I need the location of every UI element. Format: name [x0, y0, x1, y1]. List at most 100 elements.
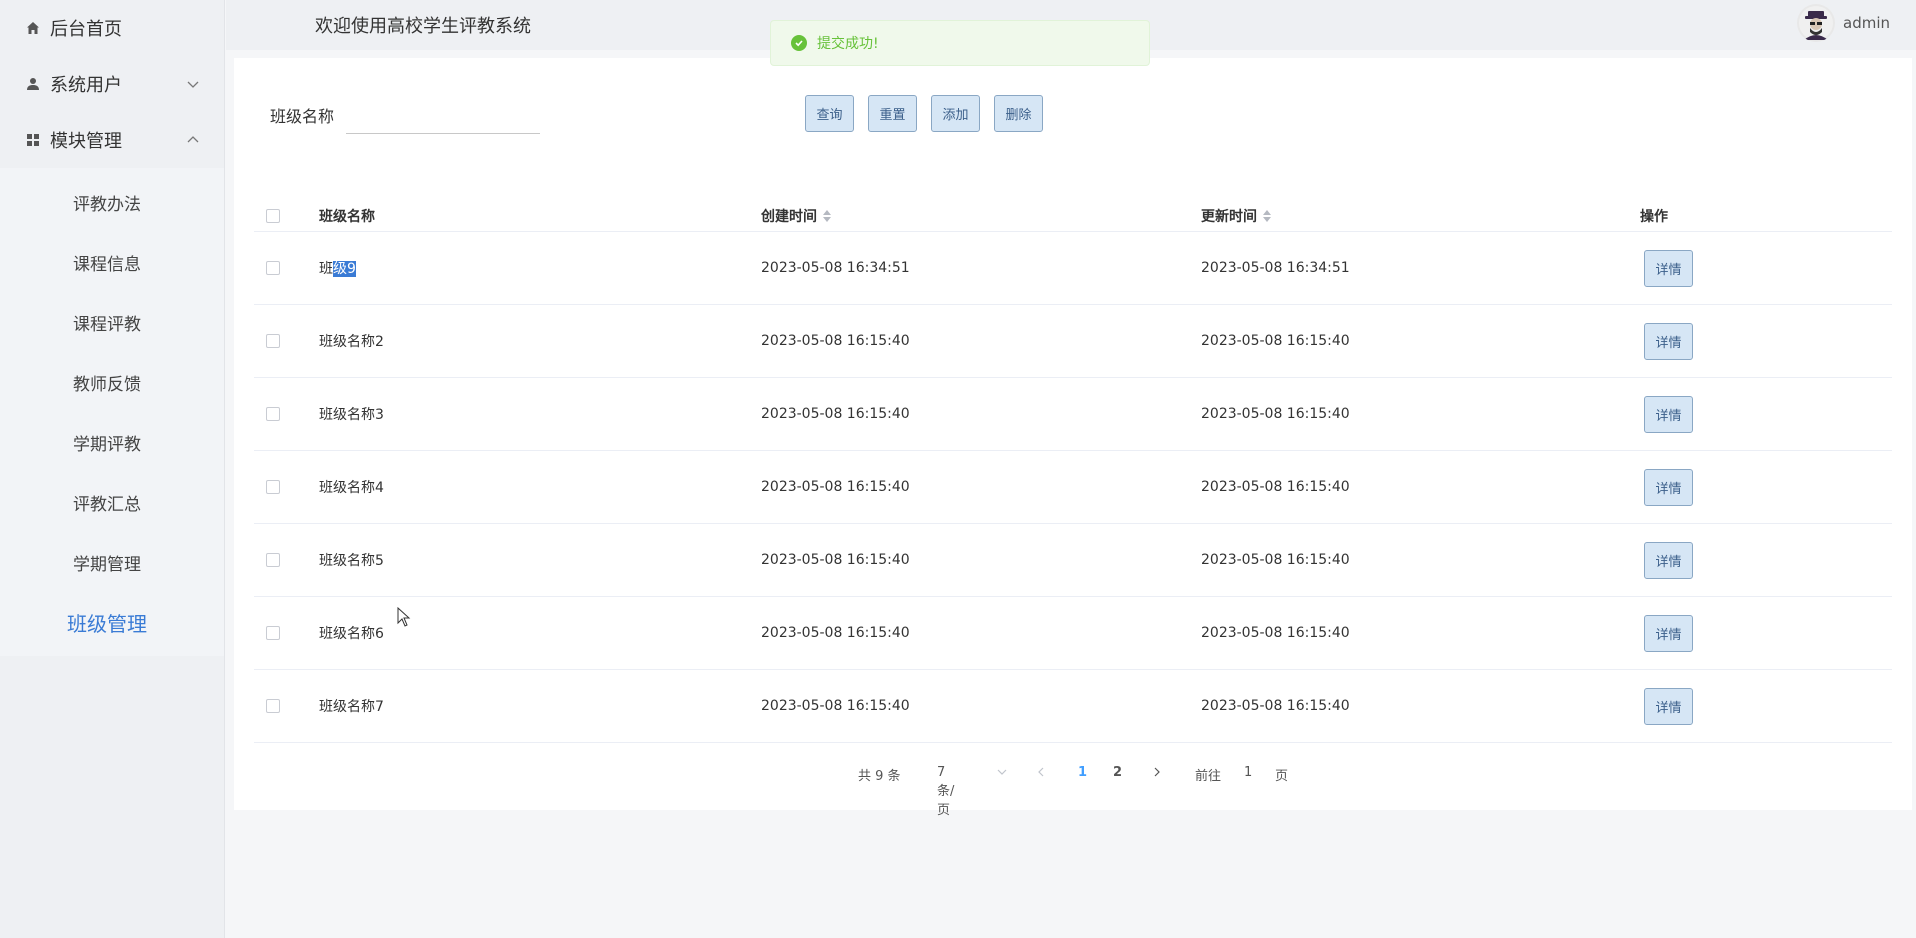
- welcome-title: 欢迎使用高校学生评教系统: [315, 16, 531, 37]
- cell-updated-time: 2023-05-08 16:15:40: [1201, 625, 1350, 641]
- menu-system-users-label: 系统用户: [50, 75, 122, 96]
- detail-button[interactable]: 详情: [1644, 541, 1693, 579]
- goto-prefix: 前往: [1195, 769, 1222, 784]
- table-row: 班级名称6 2023-05-08 16:15:40 2023-05-08 16:…: [254, 597, 1892, 670]
- prev-page-icon[interactable]: [1036, 766, 1046, 781]
- cell-updated-time: 2023-05-08 16:15:40: [1201, 479, 1350, 495]
- module-submenu: 评教办法 课程信息 课程评教 教师反馈 学期评教 评教汇总 学期管理 班级管理: [0, 168, 224, 656]
- cell-created-time: 2023-05-08 16:15:40: [761, 625, 910, 641]
- detail-button[interactable]: 详情: [1644, 687, 1693, 725]
- sidebar-item-course-info[interactable]: 课程信息: [0, 232, 224, 292]
- page-number-2[interactable]: 2: [1113, 765, 1122, 780]
- column-actions: 操作: [1640, 208, 1668, 225]
- cell-created-time: 2023-05-08 16:15:40: [761, 479, 910, 495]
- query-button[interactable]: 查询: [805, 95, 854, 132]
- sort-icon[interactable]: [1263, 209, 1271, 222]
- chevron-up-icon: [187, 136, 199, 143]
- cell-class-name: 班级名称4: [319, 480, 384, 496]
- select-all-checkbox[interactable]: [266, 208, 280, 223]
- detail-button[interactable]: 详情: [1644, 249, 1693, 287]
- menu-system-users[interactable]: 系统用户: [0, 56, 224, 112]
- toast-message: 提交成功!: [817, 36, 879, 52]
- chevron-down-icon[interactable]: [997, 766, 1007, 781]
- goto-suffix: 页: [1275, 769, 1289, 784]
- detail-button[interactable]: 详情: [1644, 322, 1693, 360]
- cell-class-name: 班级名称2: [319, 334, 384, 350]
- menu-home[interactable]: 后台首页: [0, 0, 224, 56]
- column-class-name: 班级名称: [319, 208, 375, 225]
- menu-module-management-label: 模块管理: [50, 131, 122, 152]
- sidebar-item-evaluation-method[interactable]: 评教办法: [0, 172, 224, 232]
- cell-class-name-prefix: 班: [319, 261, 333, 277]
- menu-module-management[interactable]: 模块管理: [0, 112, 224, 168]
- avatar[interactable]: [1797, 4, 1835, 42]
- row-checkbox[interactable]: [266, 480, 280, 494]
- sidebar: 后台首页 系统用户 模块管理 评教办法 课程信息 课程评教 教师反馈 学期评教 …: [0, 0, 225, 938]
- sort-icon[interactable]: [823, 209, 831, 222]
- check-circle-icon: [791, 35, 807, 51]
- row-checkbox[interactable]: [266, 699, 280, 713]
- row-checkbox[interactable]: [266, 553, 280, 567]
- user-menu[interactable]: admin: [1797, 4, 1890, 42]
- mouse-cursor-icon: [397, 607, 411, 627]
- next-page-icon[interactable]: [1152, 766, 1162, 781]
- column-updated-time[interactable]: 更新时间: [1201, 206, 1271, 226]
- sidebar-item-class-management[interactable]: 班级管理: [0, 592, 224, 652]
- reset-button[interactable]: 重置: [868, 95, 917, 132]
- pagination-total: 共 9 条: [858, 769, 901, 784]
- goto-page-input[interactable]: 1: [1244, 765, 1252, 780]
- cell-class-name: 班级名称3: [319, 407, 384, 423]
- sidebar-item-evaluation-summary[interactable]: 评教汇总: [0, 472, 224, 532]
- table-row: 班级名称3 2023-05-08 16:15:40 2023-05-08 16:…: [254, 378, 1892, 451]
- cell-updated-time: 2023-05-08 16:15:40: [1201, 333, 1350, 349]
- cell-created-time: 2023-05-08 16:15:40: [761, 698, 910, 714]
- detail-button[interactable]: 详情: [1644, 395, 1693, 433]
- sidebar-item-semester-evaluation[interactable]: 学期评教: [0, 412, 224, 472]
- username[interactable]: admin: [1843, 14, 1890, 32]
- main-panel: 班级名称 查询 重置 添加 删除 班级名称 创建时间 更新时间 操作 班级9 2…: [234, 58, 1912, 818]
- grid-icon: [24, 131, 42, 149]
- row-checkbox[interactable]: [266, 334, 280, 348]
- cell-created-time: 2023-05-08 16:34:51: [761, 260, 910, 276]
- table-row: 班级名称4 2023-05-08 16:15:40 2023-05-08 16:…: [254, 451, 1892, 524]
- cell-updated-time: 2023-05-08 16:15:40: [1201, 406, 1350, 422]
- table-row: 班级名称2 2023-05-08 16:15:40 2023-05-08 16:…: [254, 305, 1892, 378]
- cell-class-name[interactable]: 班级9: [319, 258, 356, 278]
- page-number-1[interactable]: 1: [1078, 765, 1087, 780]
- success-toast: 提交成功!: [770, 20, 1150, 66]
- column-created-time-label: 创建时间: [761, 208, 817, 225]
- column-created-time[interactable]: 创建时间: [761, 206, 831, 226]
- sidebar-item-course-evaluation[interactable]: 课程评教: [0, 292, 224, 352]
- table-row: 班级9 2023-05-08 16:34:51 2023-05-08 16:34…: [254, 232, 1892, 305]
- class-name-search-input[interactable]: [346, 98, 540, 134]
- table-header: 班级名称 创建时间 更新时间 操作: [254, 200, 1892, 232]
- cell-class-name: 班级名称7: [319, 699, 384, 715]
- cell-created-time: 2023-05-08 16:15:40: [761, 406, 910, 422]
- cell-updated-time: 2023-05-08 16:15:40: [1201, 698, 1350, 714]
- row-checkbox[interactable]: [266, 261, 280, 275]
- class-table: 班级名称 创建时间 更新时间 操作 班级9 2023-05-08 16:34:5…: [254, 200, 1892, 743]
- detail-button[interactable]: 详情: [1644, 468, 1693, 506]
- column-updated-time-label: 更新时间: [1201, 208, 1257, 225]
- delete-button[interactable]: 删除: [994, 95, 1043, 132]
- search-label: 班级名称: [270, 107, 335, 126]
- menu-home-label: 后台首页: [50, 19, 122, 40]
- detail-button[interactable]: 详情: [1644, 614, 1693, 652]
- user-icon: [24, 75, 42, 93]
- cell-created-time: 2023-05-08 16:15:40: [761, 333, 910, 349]
- cell-class-name: 班级名称5: [319, 553, 384, 569]
- cell-class-name: 班级名称6: [319, 626, 384, 642]
- row-checkbox[interactable]: [266, 626, 280, 640]
- sidebar-item-semester-management[interactable]: 学期管理: [0, 532, 224, 592]
- sidebar-item-teacher-feedback[interactable]: 教师反馈: [0, 352, 224, 412]
- page-size-value: 7条/页: [937, 765, 955, 818]
- table-row: 班级名称7 2023-05-08 16:15:40 2023-05-08 16:…: [254, 670, 1892, 743]
- selected-text: 级9: [333, 261, 356, 277]
- home-icon: [24, 19, 42, 37]
- cell-updated-time: 2023-05-08 16:34:51: [1201, 260, 1350, 276]
- chevron-down-icon: [187, 81, 199, 88]
- row-checkbox[interactable]: [266, 407, 280, 421]
- add-button[interactable]: 添加: [931, 95, 980, 132]
- cell-updated-time: 2023-05-08 16:15:40: [1201, 552, 1350, 568]
- cell-created-time: 2023-05-08 16:15:40: [761, 552, 910, 568]
